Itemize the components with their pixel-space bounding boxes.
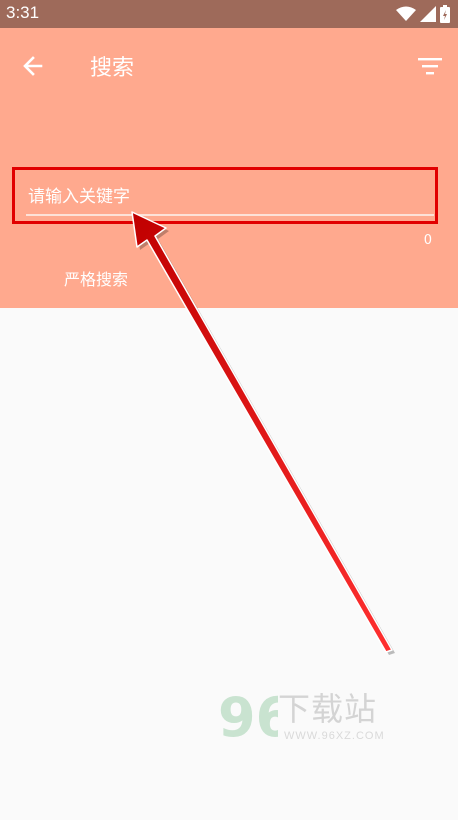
page-title: 搜索: [90, 56, 135, 81]
char-counter: 0: [423, 233, 432, 248]
filter-button[interactable]: [416, 52, 444, 80]
watermark-url: WWW.96XZ.COM: [284, 730, 385, 742]
status-bar: 3:31: [0, 0, 458, 28]
svg-text:96: 96: [218, 686, 278, 744]
annotation-highlight-box: [12, 167, 438, 224]
watermark-logo: 96: [218, 686, 278, 744]
arrow-left-icon: [23, 56, 43, 76]
status-icons: [396, 4, 450, 24]
watermark-name: 下载站: [278, 690, 378, 728]
battery-icon: [440, 5, 450, 23]
wifi-icon: [396, 6, 416, 21]
status-time: 3:31: [6, 3, 40, 22]
watermark: 96 下载站 WWW.96XZ.COM: [218, 686, 398, 748]
signal-icon: [420, 6, 436, 22]
filter-icon: [418, 58, 442, 75]
strict-search-option[interactable]: 严格搜索: [64, 266, 128, 290]
back-button[interactable]: [18, 52, 48, 80]
